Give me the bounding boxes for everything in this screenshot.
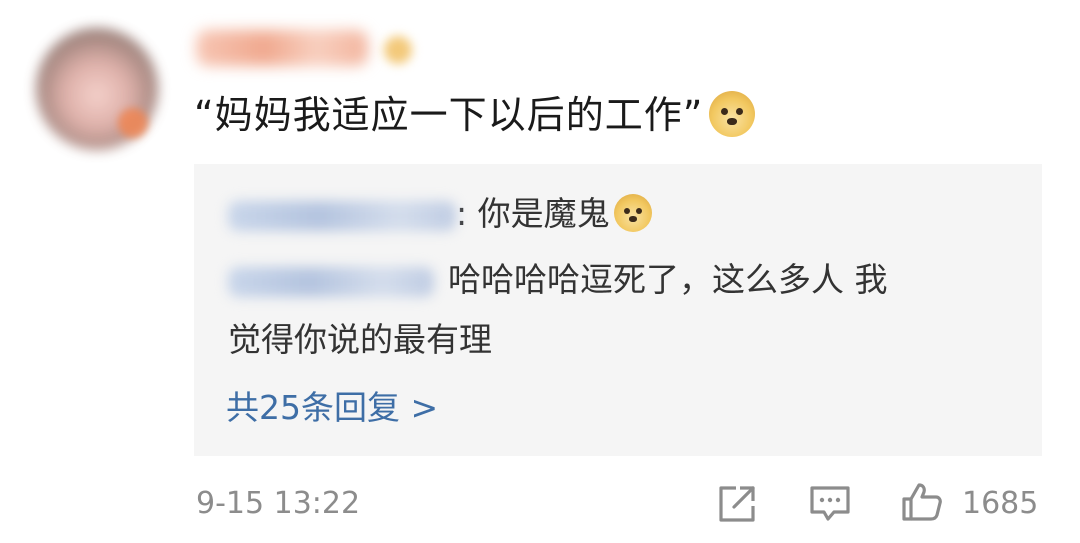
- timestamp: 9-15 13:22: [196, 486, 361, 521]
- doge-emoji-icon: [709, 90, 756, 137]
- reply-item[interactable]: : 你是魔鬼: [228, 190, 652, 238]
- reply-separator: :: [456, 194, 478, 233]
- doge-emoji-icon: [613, 193, 652, 232]
- thumbs-up-icon[interactable]: [900, 481, 944, 523]
- avatar-badge-icon: [118, 108, 148, 138]
- comment-body: “妈妈我适应一下以后的工作”: [194, 93, 704, 137]
- reply-text-line1: 哈哈哈哈逗死了，这么多人 我: [448, 260, 888, 299]
- reply-item[interactable]: 哈哈哈哈逗死了，这么多人 我: [228, 256, 888, 304]
- reply-username-blurred[interactable]: [228, 200, 456, 231]
- like-count: 1685: [962, 486, 1039, 521]
- reply-username-blurred[interactable]: [228, 266, 434, 297]
- comment-text: “妈妈我适应一下以后的工作”: [194, 88, 756, 142]
- reply-text-continuation: 觉得你说的最有理: [228, 316, 492, 364]
- more-replies-link[interactable]: 共25条回复 >: [226, 384, 438, 432]
- username-blurred[interactable]: [196, 30, 368, 66]
- reply-text-line2: 觉得你说的最有理: [228, 320, 492, 359]
- share-icon[interactable]: [716, 484, 758, 524]
- reply-text: 你是魔鬼: [477, 194, 610, 233]
- comment-icon[interactable]: [808, 484, 852, 524]
- user-level-badge-icon: [384, 36, 412, 64]
